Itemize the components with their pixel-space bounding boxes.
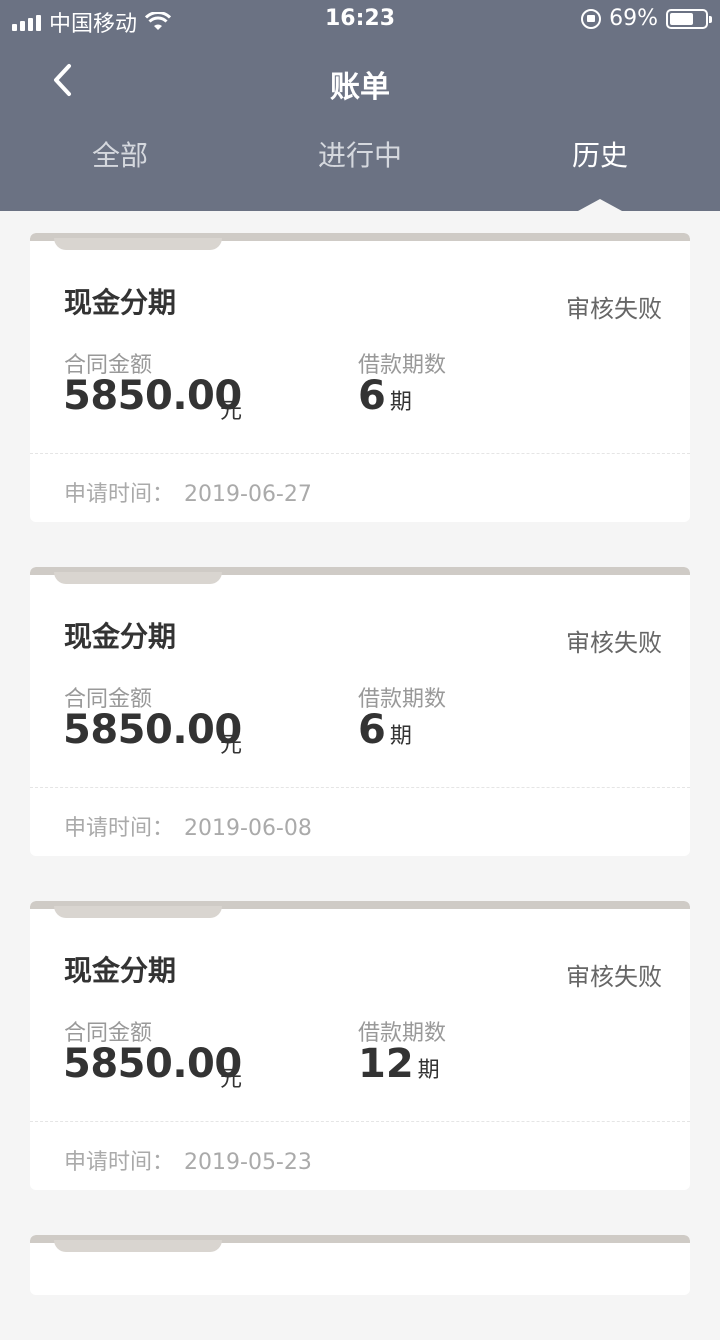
term-unit: 期 — [389, 390, 412, 415]
card-divider — [30, 787, 690, 788]
amount-unit: 元 — [220, 733, 243, 758]
tab-bar: 全部 进行中 历史 — [0, 134, 720, 184]
apply-time-value: 2019-06-27 — [184, 482, 312, 507]
apply-time-label: 申请时间： — [64, 816, 175, 841]
term-unit: 期 — [417, 1058, 440, 1083]
apply-time-row: 申请时间： 2019-06-08 — [64, 810, 322, 842]
tab-history[interactable]: 历史 — [480, 134, 720, 174]
bill-card[interactable]: 现金分期 审核失败 合同金额 借款期数 5850.00 元 6 期 申请时间： 2… — [30, 567, 690, 856]
card-divider — [30, 453, 690, 454]
apply-time-row: 申请时间： 2019-05-23 — [64, 1144, 322, 1176]
tab-in-progress[interactable]: 进行中 — [240, 134, 480, 174]
bill-title: 现金分期 — [64, 954, 177, 987]
card-notch — [54, 572, 222, 584]
amount-unit: 元 — [220, 1067, 243, 1092]
amount-value: 5850.00 — [63, 373, 242, 419]
term-value: 6 — [358, 373, 386, 419]
apply-time-label: 申请时间： — [64, 1150, 175, 1175]
active-tab-indicator — [578, 199, 622, 211]
rotation-lock-icon — [581, 8, 602, 29]
apply-time-row: 申请时间： 2019-06-27 — [64, 476, 322, 508]
apply-time-value: 2019-06-08 — [184, 816, 312, 841]
card-divider — [30, 1121, 690, 1122]
amount-unit: 元 — [220, 399, 243, 424]
amount-value: 5850.00 — [63, 707, 242, 753]
bill-title: 现金分期 — [64, 620, 177, 653]
tab-all[interactable]: 全部 — [0, 134, 240, 174]
term-value: 12 — [358, 1041, 414, 1087]
bill-card[interactable]: 现金分期 审核失败 合同金额 借款期数 5850.00 元 12 期 申请时间：… — [30, 901, 690, 1190]
apply-time-value: 2019-05-23 — [184, 1150, 312, 1175]
app-header: 中国移动 16:23 69% 账单 全部 进行中 历史 — [0, 0, 720, 211]
bill-status: 审核失败 — [566, 295, 662, 323]
term-unit: 期 — [389, 724, 412, 749]
battery-percent: 69% — [609, 6, 658, 31]
battery-icon — [666, 8, 712, 29]
bill-status: 审核失败 — [566, 629, 662, 657]
page-title: 账单 — [330, 70, 390, 105]
bill-status: 审核失败 — [566, 963, 662, 991]
bill-list: 现金分期 审核失败 合同金额 借款期数 5850.00 元 6 期 申请时间： 2… — [30, 233, 690, 1340]
term-value: 6 — [358, 707, 386, 753]
bill-card-partial[interactable] — [30, 1235, 690, 1295]
card-notch — [54, 1240, 222, 1252]
navbar: 账单 — [0, 50, 720, 114]
card-notch — [54, 238, 222, 250]
apply-time-label: 申请时间： — [64, 482, 175, 507]
amount-value: 5850.00 — [63, 1041, 242, 1087]
card-notch — [54, 906, 222, 918]
status-bar: 中国移动 16:23 69% — [0, 0, 720, 40]
bill-title: 现金分期 — [64, 286, 177, 319]
bill-card[interactable]: 现金分期 审核失败 合同金额 借款期数 5850.00 元 6 期 申请时间： 2… — [30, 233, 690, 522]
